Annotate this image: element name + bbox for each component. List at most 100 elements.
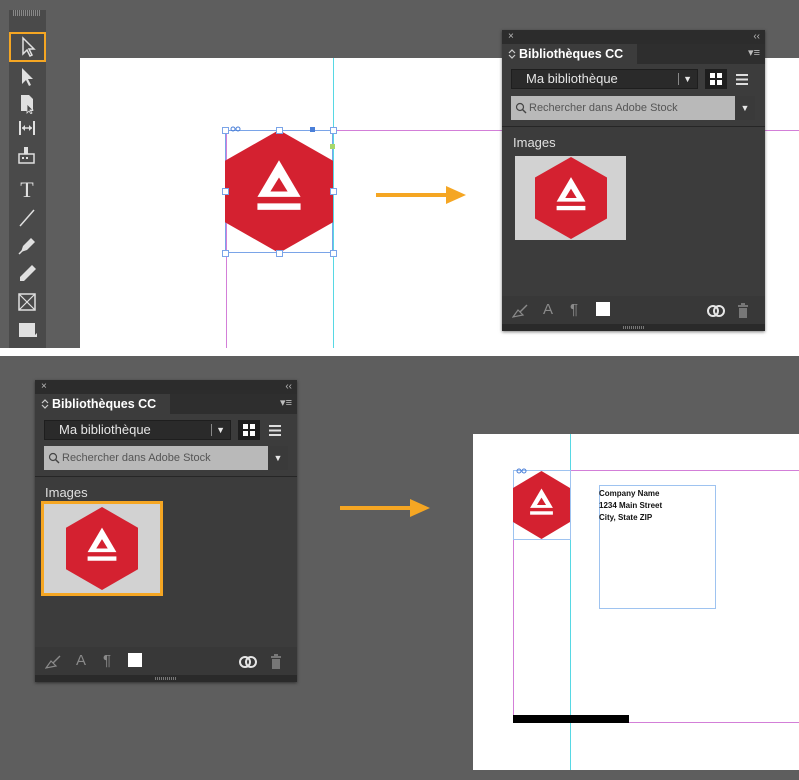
list-view-button[interactable] [264, 420, 286, 440]
panel-resize-grip[interactable] [35, 675, 297, 682]
address-line: City, State ZIP [599, 513, 653, 522]
color-swatch-icon[interactable] [128, 653, 142, 667]
cyan-guide [333, 58, 334, 348]
trash-icon[interactable] [737, 303, 749, 318]
logo-triangle-icon [87, 527, 117, 561]
line-tool[interactable] [11, 204, 43, 231]
grid-view-icon [710, 73, 722, 85]
panel-title-bar[interactable]: × ‹‹ [502, 30, 765, 44]
selection-handle[interactable] [330, 250, 337, 257]
line-tool-icon [19, 209, 35, 226]
panel-menu-icon[interactable]: ▾≡ [280, 396, 292, 409]
character-style-icon[interactable]: A [543, 302, 553, 318]
list-view-button[interactable] [731, 69, 753, 89]
selection-handle[interactable] [276, 127, 283, 134]
trash-icon[interactable] [270, 654, 282, 669]
brush-icon[interactable] [45, 655, 61, 669]
chevron-down-icon: ▼ [740, 103, 750, 113]
direct-selection-tool[interactable] [11, 63, 43, 90]
search-icon [515, 102, 527, 114]
link-icon [230, 126, 241, 132]
arrow-right-icon [340, 499, 430, 517]
gap-tool[interactable] [11, 114, 43, 141]
panel-divider [502, 126, 765, 127]
address-text[interactable]: Company Name 1234 Main Street City, Stat… [599, 488, 662, 524]
paragraph-style-icon[interactable]: ¶ [570, 302, 578, 318]
content-collector-icon [18, 146, 35, 164]
page-tool[interactable] [11, 89, 43, 116]
logo-triangle-icon [556, 177, 586, 211]
panel-collapse-icon[interactable]: ‹‹ [753, 30, 760, 43]
page-tool-icon [21, 94, 34, 114]
panel-tab-label: Bibliothèques CC [52, 397, 157, 411]
panel-collapse-icon[interactable]: ‹‹ [285, 380, 292, 393]
selection-handle[interactable] [330, 127, 337, 134]
search-dropdown-button[interactable]: ▼ [268, 446, 288, 470]
selection-handle[interactable] [222, 127, 229, 134]
cc-sync-icon[interactable] [239, 654, 257, 670]
selection-handle[interactable] [222, 188, 229, 195]
panel-menu-icon[interactable]: ▾≡ [748, 46, 760, 59]
selection-handle[interactable] [330, 188, 337, 195]
link-icon [516, 468, 527, 474]
library-image-thumbnail[interactable] [515, 156, 626, 240]
updown-chevron-icon [508, 49, 516, 59]
cc-sync-icon[interactable] [707, 303, 725, 319]
library-image-thumbnail-selected[interactable] [41, 501, 163, 596]
type-tool-icon: T [20, 176, 34, 202]
content-collector-tool[interactable] [11, 141, 43, 168]
panel-tab-row: Bibliothèques CC ▾≡ [35, 394, 297, 414]
grid-view-button[interactable] [238, 420, 260, 440]
chevron-down-icon: ▼ [216, 425, 225, 435]
rectangle-tool[interactable] [11, 316, 43, 343]
panel-footer: A ¶ [502, 296, 765, 324]
library-select-value: Ma bibliothèque [59, 422, 151, 437]
selection-handle[interactable] [310, 127, 315, 132]
selection-handle[interactable] [222, 250, 229, 257]
panel-close-icon[interactable]: × [41, 380, 47, 393]
search-dropdown-button[interactable]: ▼ [735, 96, 755, 120]
address-line: Company Name [599, 489, 660, 498]
rectangle-tool-icon [19, 322, 37, 337]
stock-search-input[interactable]: Rechercher dans Adobe Stock [44, 446, 268, 470]
brush-icon[interactable] [512, 304, 528, 318]
cc-libraries-panel: × ‹‹ Bibliothèques CC ▾≡ Ma bibliothèque… [35, 380, 297, 682]
cc-libraries-panel: × ‹‹ Bibliothèques CC ▾≡ Ma bibliothèque… [502, 30, 765, 331]
rectangle-frame-tool[interactable] [11, 288, 43, 315]
tab-cc-libraries[interactable]: Bibliothèques CC [35, 394, 171, 414]
search-placeholder: Rechercher dans Adobe Stock [529, 102, 678, 114]
library-select[interactable]: Ma bibliothèque ▼ [44, 420, 231, 440]
images-section-label: Images [45, 485, 88, 500]
logo-hexagon-icon [66, 507, 138, 590]
character-style-icon[interactable]: A [76, 653, 86, 669]
selection-handle[interactable] [276, 250, 283, 257]
pencil-tool[interactable] [11, 260, 43, 287]
type-tool[interactable]: T [11, 176, 43, 203]
paragraph-style-icon[interactable]: ¶ [103, 653, 111, 669]
panel-title-bar[interactable]: × ‹‹ [35, 380, 297, 394]
tab-cc-libraries[interactable]: Bibliothèques CC [502, 44, 638, 64]
panel-resize-grip[interactable] [502, 324, 765, 331]
selection-tool-icon [21, 36, 36, 58]
direct-selection-tool-icon [22, 67, 33, 86]
library-select[interactable]: Ma bibliothèque ▼ [511, 69, 698, 89]
pen-tool[interactable] [11, 232, 43, 259]
panel-close-icon[interactable]: × [508, 30, 514, 43]
images-section-label: Images [513, 135, 556, 150]
stock-search-input[interactable]: Rechercher dans Adobe Stock [511, 96, 735, 120]
grid-view-button[interactable] [705, 69, 727, 89]
pencil-tool-icon [20, 264, 36, 281]
color-swatch-icon[interactable] [596, 302, 610, 316]
grid-view-icon [243, 424, 255, 436]
search-placeholder: Rechercher dans Adobe Stock [62, 452, 211, 464]
selection-tool[interactable] [9, 32, 46, 62]
toolbar-grip[interactable] [13, 10, 41, 16]
chevron-down-icon: ▼ [683, 74, 692, 84]
arrow-right-icon [376, 186, 466, 204]
pen-tool-icon [18, 237, 35, 255]
panel-tab-label: Bibliothèques CC [519, 47, 624, 61]
frame-corner-handle[interactable] [330, 144, 335, 149]
black-bar-shape[interactable] [513, 715, 629, 723]
rectangle-frame-tool-icon [18, 292, 36, 311]
gap-tool-icon [19, 120, 35, 135]
